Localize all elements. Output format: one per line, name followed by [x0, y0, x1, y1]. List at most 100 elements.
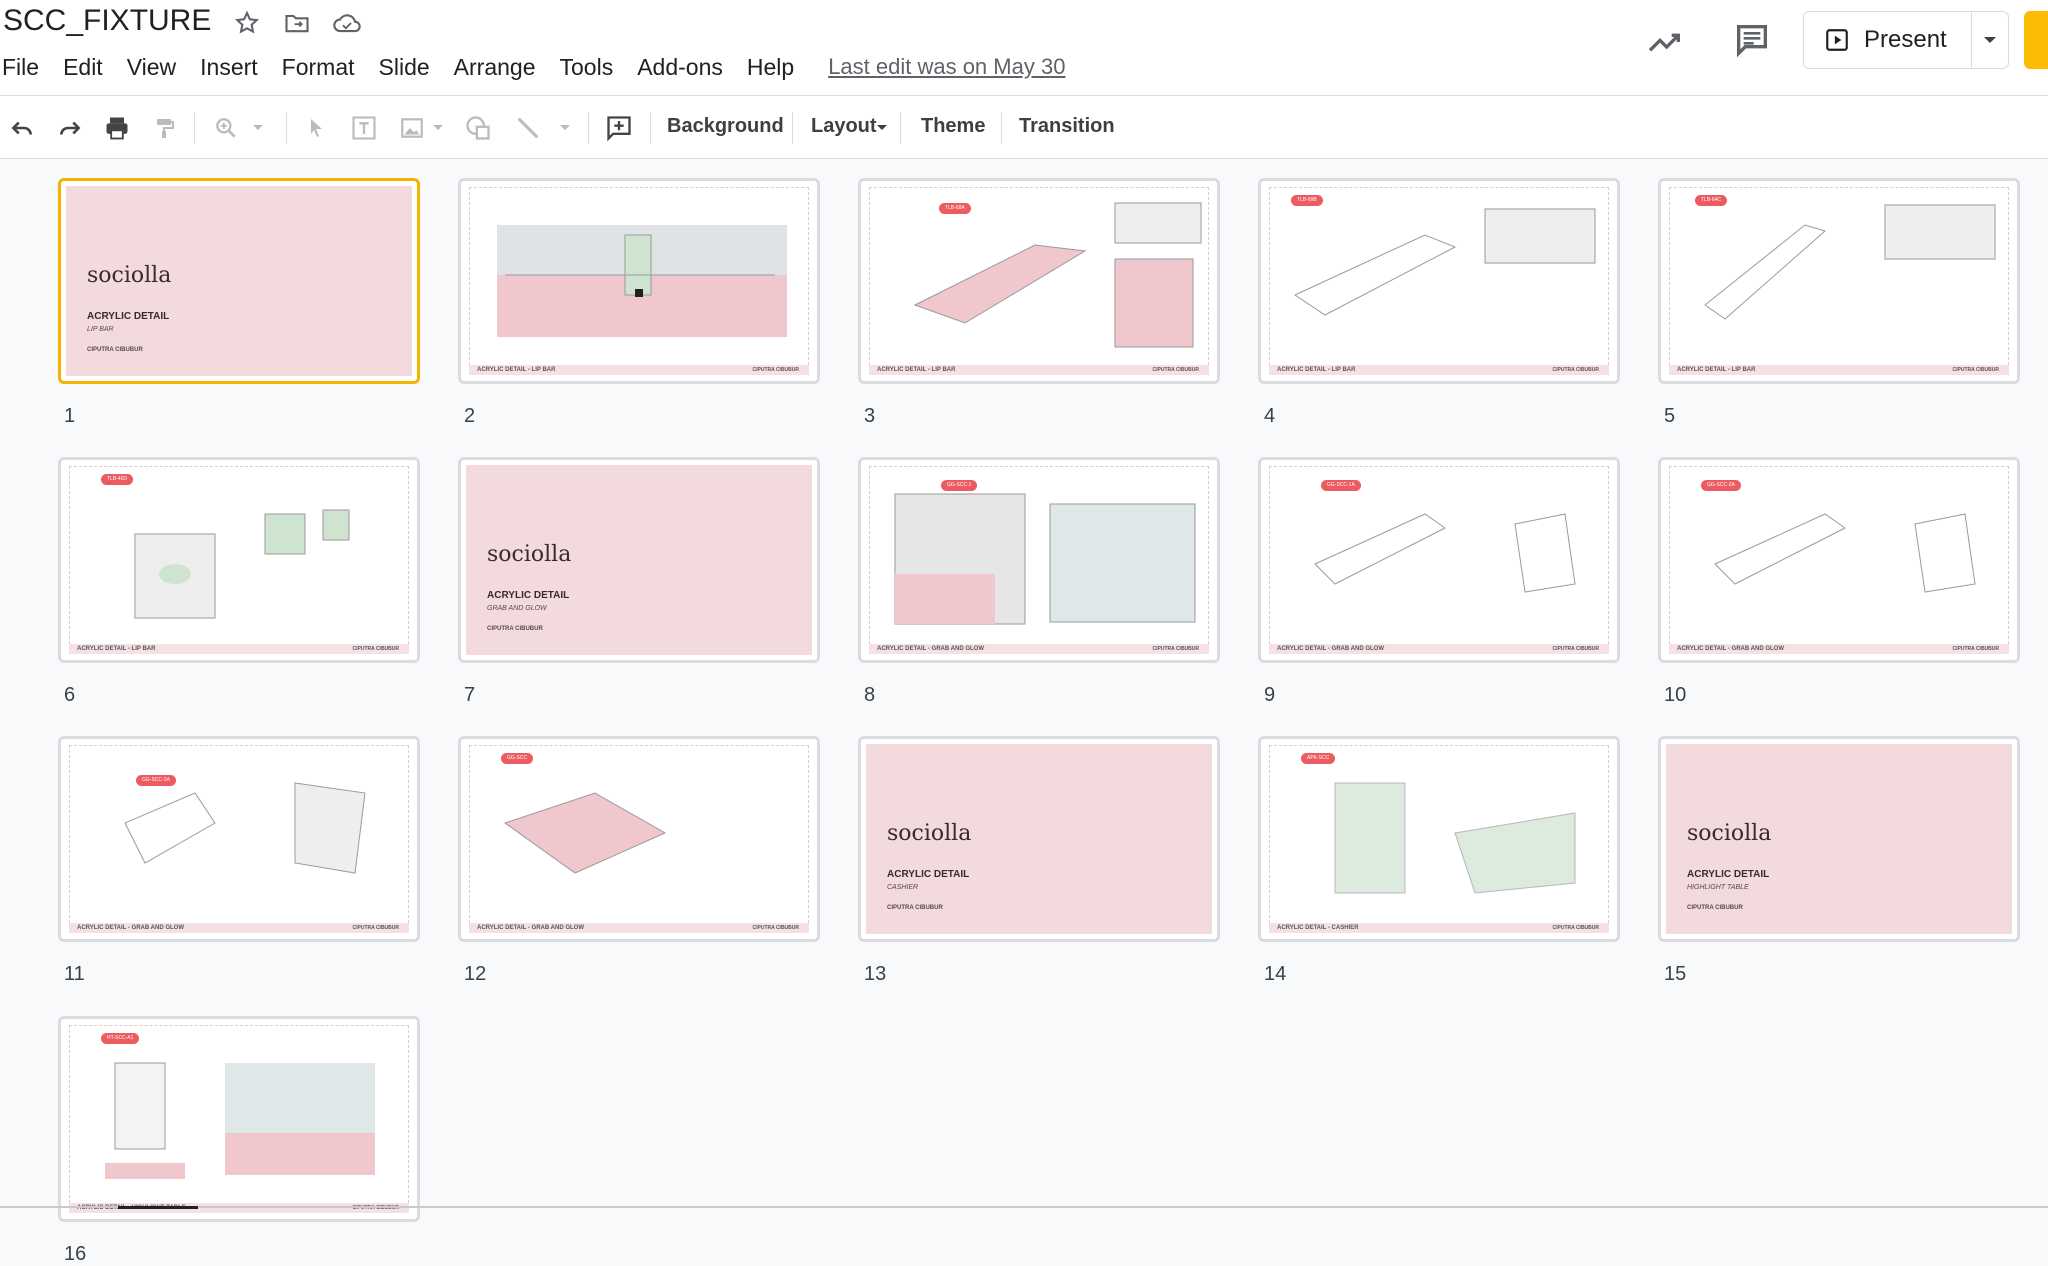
star-icon[interactable] [232, 8, 262, 38]
technical-drawing-illustration [1334, 782, 1576, 894]
slide-footer-label: ACRYLIC DETAIL - LIP BAR [77, 646, 156, 652]
technical-drawing-illustration [134, 509, 350, 619]
share-button[interactable] [2024, 11, 2048, 69]
slide-thumbnail[interactable]: GG-SCC-1 ACRYLIC DETAIL - GRAB AND GLOW CI… [858, 457, 1220, 663]
slide-footer-label: ACRYLIC DETAIL - GRAB AND GLOW [877, 646, 984, 652]
slide-footer-location: CIPUTRA CIBUBUR [1552, 925, 1599, 931]
slide-footer-label: ACRYLIC DETAIL - GRAB AND GLOW [1677, 646, 1784, 652]
toolbar-divider [588, 112, 589, 144]
toolbar-divider [650, 112, 651, 144]
paint-format-icon[interactable] [148, 112, 180, 144]
slide-cover-location: CIPUTRA CIBUBUR [487, 626, 543, 632]
slide-thumbnail[interactable]: GG-SCC-3A ACRYLIC DETAIL - GRAB AND GLOW C… [58, 736, 420, 942]
slide-cover-location: CIPUTRA CIBUBUR [87, 347, 143, 353]
slide-thumbnail[interactable]: TLB-46D ACRYLIC DETAIL - LIP BAR CIPUTRA C… [58, 457, 420, 663]
fixture-code-tag: GG-SCC-3A [136, 775, 176, 786]
slide-footer-location: CIPUTRA CIBUBUR [1152, 367, 1199, 373]
present-button[interactable]: Present [1804, 12, 1972, 68]
layout-dropdown-icon[interactable] [872, 112, 892, 144]
slide-thumbnail[interactable]: GG-SCC-1A ACRYLIC DETAIL - GRAB AND GLOW C… [1258, 457, 1620, 663]
move-to-folder-icon[interactable] [282, 8, 312, 38]
menu-view[interactable]: View [127, 54, 176, 81]
theme-button[interactable]: Theme [921, 115, 985, 138]
slide-number: 16 [64, 1243, 87, 1265]
menu-file[interactable]: File [2, 54, 39, 81]
document-title[interactable]: SCC_FIXTURE [3, 4, 211, 38]
layout-button[interactable]: Layout [811, 115, 877, 138]
menu-slide[interactable]: Slide [379, 54, 430, 81]
slide-number: 4 [1264, 405, 1276, 427]
slide-thumbnail[interactable]: GG-SCC ACRYLIC DETAIL - GRAB AND GLOW CIPU… [458, 736, 820, 942]
slide-thumbnail[interactable]: APK-SCC ACRYLIC DETAIL - CASHIER CIPUTRA C… [1258, 736, 1620, 942]
brand-logo: sociolla [887, 821, 972, 846]
present-label: Present [1864, 26, 1947, 53]
last-edit-link[interactable]: Last edit was on May 30 [828, 54, 1065, 80]
line-dropdown-icon[interactable] [555, 112, 575, 144]
shape-icon[interactable] [462, 112, 494, 144]
slide-number: 10 [1664, 684, 1687, 706]
menu-insert[interactable]: Insert [200, 54, 258, 81]
select-cursor-icon[interactable] [300, 112, 332, 144]
slide-thumbnail[interactable]: sociolla ACRYLIC DETAIL HIGHLIGHT TABLE CIP… [1658, 736, 2020, 942]
menu-bar: File Edit View Insert Format Slide Arran… [0, 50, 1065, 84]
menu-tools[interactable]: Tools [560, 54, 614, 81]
slide-thumbnail[interactable]: HT-SCC-A1ACRYLIC DETAIL - HIGHLIGHT TABL… [58, 1016, 420, 1222]
slide-footer-location: CIPUTRA CIBUBUR [1152, 646, 1199, 652]
menu-help[interactable]: Help [747, 54, 794, 81]
toolbar-divider [194, 112, 195, 144]
slide-number: 1 [64, 405, 76, 427]
slide-thumbnail[interactable]: sociolla ACRYLIC DETAIL CASHIER CIPUTRA CIB… [858, 736, 1220, 942]
activity-dashboard-icon[interactable] [1645, 22, 1685, 62]
technical-drawing-illustration [1704, 204, 1996, 320]
slide-thumbnail[interactable]: sociolla ACRYLIC DETAIL GRAB AND GLOW CIPUT… [458, 457, 820, 663]
slide-number: 14 [1264, 963, 1287, 985]
print-icon[interactable] [101, 112, 133, 144]
chevron-down-icon [1984, 37, 1996, 43]
line-icon[interactable] [512, 112, 544, 144]
transition-button[interactable]: Transition [1019, 115, 1115, 138]
brand-logo: sociolla [1687, 821, 1772, 846]
slide-footer-label: ACRYLIC DETAIL - LIP BAR [1677, 367, 1756, 373]
menu-arrange[interactable]: Arrange [454, 54, 536, 81]
slide-thumbnail[interactable]: ACRYLIC DETAIL - LIP BAR CIPUTRA CIBUBUR [458, 178, 820, 384]
menu-edit[interactable]: Edit [63, 54, 103, 81]
slide-thumbnail[interactable]: TLB-69B ACRYLIC DETAIL - LIP BAR CIPUTRA C… [1258, 178, 1620, 384]
image-icon[interactable] [396, 112, 428, 144]
technical-drawing-illustration [1314, 513, 1576, 593]
add-comment-icon[interactable] [603, 112, 635, 144]
slide-number: 12 [464, 963, 487, 985]
slide-footer-location: CIPUTRA CIBUBUR [1552, 367, 1599, 373]
cloud-saved-icon[interactable] [332, 8, 362, 38]
zoom-dropdown-icon[interactable] [248, 112, 268, 144]
technical-drawing-illustration [503, 792, 667, 874]
slide-footer-label: ACRYLIC DETAIL - GRAB AND GLOW [1277, 646, 1384, 652]
slide-number: 8 [864, 684, 876, 706]
text-box-icon[interactable] [348, 112, 380, 144]
slide-thumbnail[interactable]: TLB-68A ACRYLIC DETAIL - LIP BAR CIPUTRA C… [858, 178, 1220, 384]
redo-icon[interactable] [54, 112, 86, 144]
slide-thumbnail[interactable]: GG-SCC-2A ACRYLIC DETAIL - GRAB AND GLOW C… [1658, 457, 2020, 663]
slide-footer-location: CIPUTRA CIBUBUR [1952, 367, 1999, 373]
fixture-code-tag: HT-SCC-A1 [101, 1033, 140, 1044]
zoom-icon[interactable] [210, 112, 242, 144]
fixture-code-tag: TLB-64C [1695, 195, 1728, 206]
slide-footer-location: CIPUTRA CIBUBUR [1952, 646, 1999, 652]
slide-thumbnail[interactable]: sociolla ACRYLIC DETAIL LIP BAR CIPUTRA CIB… [58, 178, 420, 384]
present-options-dropdown[interactable] [1972, 12, 2008, 68]
menu-add-ons[interactable]: Add-ons [637, 54, 723, 81]
slide-footer-location: CIPUTRA CIBUBUR [752, 925, 799, 931]
image-dropdown-icon[interactable] [428, 112, 448, 144]
undo-icon[interactable] [6, 112, 38, 144]
slide-number: 7 [464, 684, 476, 706]
background-button[interactable]: Background [667, 115, 784, 138]
present-button-group: Present [1803, 11, 2009, 69]
technical-drawing-illustration [105, 1062, 375, 1179]
slide-cover-subtitle: HIGHLIGHT TABLE [1687, 884, 1749, 891]
slide-cover-location: CIPUTRA CIBUBUR [1687, 905, 1743, 911]
slide-thumbnail[interactable]: TLB-64C ACRYLIC DETAIL - LIP BAR CIPUTRA C… [1658, 178, 2020, 384]
comment-history-icon[interactable] [1732, 20, 1772, 60]
menu-format[interactable]: Format [282, 54, 355, 81]
technical-drawing-illustration [1293, 208, 1596, 316]
slide-footer-label: ACRYLIC DETAIL - GRAB AND GLOW [477, 925, 584, 931]
fixture-code-tag: TLB-68A [939, 203, 971, 214]
